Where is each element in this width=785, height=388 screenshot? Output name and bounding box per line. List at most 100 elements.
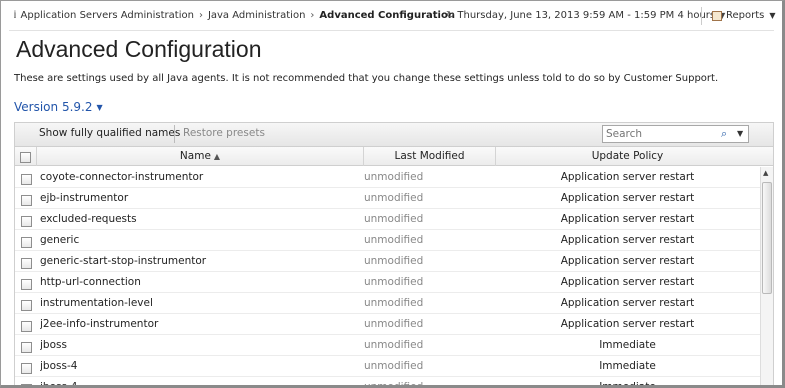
row-update-policy: Application server restart — [560, 276, 695, 288]
row-update-policy: Application server restart — [560, 192, 695, 204]
version-selector[interactable]: Version 5.9.2 ▼ — [14, 100, 103, 114]
breadcrumb-current: Advanced Configuration — [319, 10, 455, 21]
table-row[interactable]: jboss-4 unmodified Immediate — [15, 377, 760, 388]
row-last-modified: unmodified — [364, 255, 424, 267]
select-all-checkbox[interactable] — [20, 152, 31, 163]
row-update-policy: Application server restart — [560, 171, 695, 183]
chevron-down-icon: ▼ — [769, 11, 776, 20]
row-checkbox[interactable] — [20, 383, 32, 385]
table-row[interactable]: generic-start-stop-instrumentor unmodifi… — [15, 251, 760, 272]
scrollbar-thumb[interactable] — [762, 182, 772, 294]
row-last-modified: unmodified — [364, 213, 424, 225]
row-last-modified: unmodified — [364, 234, 424, 246]
row-checkbox[interactable] — [20, 362, 32, 374]
search-icon[interactable]: ⌕ — [721, 127, 727, 141]
table-body: coyote-connector-instrumentor unmodified… — [15, 167, 760, 388]
reports-label: Reports — [726, 10, 765, 21]
row-checkbox[interactable] — [20, 320, 32, 332]
vertical-scrollbar[interactable]: ▲ — [760, 167, 773, 385]
breadcrumb-separator-icon: › — [198, 10, 203, 21]
top-bar: 𝕚 Application Servers Administration › J… — [1, 1, 782, 31]
row-name: jboss-4 — [40, 360, 78, 372]
search-input[interactable] — [606, 128, 716, 140]
select-all-cell — [15, 147, 37, 166]
row-name: http-url-connection — [40, 276, 141, 288]
row-checkbox[interactable] — [20, 215, 32, 227]
row-name: excluded-requests — [40, 213, 137, 225]
table-row[interactable]: jboss unmodified Immediate — [15, 335, 760, 356]
row-name: jboss — [40, 339, 67, 351]
row-checkbox[interactable] — [20, 194, 32, 206]
table-row[interactable]: j2ee-info-instrumentor unmodified Applic… — [15, 314, 760, 335]
row-checkbox[interactable] — [20, 236, 32, 248]
row-update-policy: Application server restart — [560, 318, 695, 330]
row-last-modified: unmodified — [364, 276, 424, 288]
chevron-down-icon: ▼ — [96, 102, 103, 112]
scroll-up-arrow-icon[interactable]: ▲ — [763, 169, 768, 177]
row-last-modified: unmodified — [364, 381, 424, 388]
row-update-policy: Immediate — [599, 360, 656, 372]
sort-ascending-icon: ▲ — [213, 152, 221, 161]
restore-presets-button[interactable]: Restore presets — [183, 127, 265, 139]
column-header-name-label: Name — [179, 150, 211, 162]
row-checkbox[interactable] — [20, 173, 32, 185]
row-checkbox-cell — [15, 209, 37, 230]
row-checkbox-cell — [15, 356, 37, 377]
table-row[interactable]: ejb-instrumentor unmodified Application … — [15, 188, 760, 209]
row-checkbox-cell — [15, 335, 37, 356]
time-range-selector[interactable]: ↻ Thursday, June 13, 2013 9:59 AM - 1:59… — [446, 10, 725, 21]
table-row[interactable]: excluded-requests unmodified Application… — [15, 209, 760, 230]
table-row[interactable]: jboss-4 unmodified Immediate — [15, 356, 760, 377]
column-header-update-policy[interactable]: Update Policy — [496, 147, 759, 166]
breadcrumb-item-app-servers[interactable]: Application Servers Administration — [21, 10, 194, 21]
row-checkbox-cell — [15, 167, 37, 188]
toolbar-divider — [701, 7, 702, 25]
row-last-modified: unmodified — [364, 192, 424, 204]
table-row[interactable]: instrumentation-level unmodified Applica… — [15, 293, 760, 314]
row-checkbox[interactable] — [20, 299, 32, 311]
row-update-policy: Application server restart — [560, 213, 695, 225]
row-name: coyote-connector-instrumentor — [40, 171, 204, 183]
row-checkbox-cell — [15, 293, 37, 314]
breadcrumb: 𝕚 Application Servers Administration › J… — [13, 10, 455, 21]
table-toolbar: Show fully qualified names Restore prese… — [14, 122, 774, 146]
row-checkbox-cell — [15, 377, 37, 385]
row-last-modified: unmodified — [364, 297, 424, 309]
clock-icon: ↻ — [446, 10, 455, 21]
row-update-policy: Application server restart — [560, 255, 695, 267]
reports-icon — [712, 10, 722, 21]
row-checkbox[interactable] — [20, 278, 32, 290]
home-icon[interactable]: 𝕚 — [13, 10, 17, 21]
row-checkbox[interactable] — [20, 341, 32, 353]
row-name: j2ee-info-instrumentor — [40, 318, 159, 330]
row-checkbox[interactable] — [20, 257, 32, 269]
advanced-configuration-view: 𝕚 Application Servers Administration › J… — [0, 0, 785, 388]
row-checkbox-cell — [15, 272, 37, 293]
table-row[interactable]: generic unmodified Application server re… — [15, 230, 760, 251]
row-last-modified: unmodified — [364, 318, 424, 330]
row-last-modified: unmodified — [364, 171, 424, 183]
show-qualified-names-button[interactable]: Show fully qualified names — [39, 127, 180, 139]
row-update-policy: Application server restart — [560, 297, 695, 309]
page-description: These are settings used by all Java agen… — [14, 73, 719, 84]
reports-menu[interactable]: Reports ▼ — [712, 10, 776, 21]
row-update-policy: Immediate — [599, 339, 656, 351]
table-header: Name ▲ Last Modified Update Policy — [15, 147, 773, 166]
row-name: generic — [40, 234, 80, 246]
table-row[interactable]: coyote-connector-instrumentor unmodified… — [15, 167, 760, 188]
row-update-policy: Application server restart — [560, 234, 695, 246]
row-name: jboss-4 — [40, 381, 78, 388]
table-row[interactable]: http-url-connection unmodified Applicati… — [15, 272, 760, 293]
row-name: generic-start-stop-instrumentor — [40, 255, 207, 267]
column-header-last-modified[interactable]: Last Modified — [364, 147, 496, 166]
row-checkbox-cell — [15, 251, 37, 272]
page-title: Advanced Configuration — [16, 36, 262, 62]
row-update-policy: Immediate — [599, 381, 656, 388]
column-header-name[interactable]: Name ▲ — [37, 147, 364, 166]
configuration-table: Name ▲ Last Modified Update Policy coyote… — [14, 146, 774, 388]
row-last-modified: unmodified — [364, 339, 424, 351]
chevron-down-icon[interactable]: ▼ — [737, 129, 743, 138]
row-last-modified: unmodified — [364, 360, 424, 372]
breadcrumb-item-java-admin[interactable]: Java Administration — [208, 10, 305, 21]
header-divider — [9, 30, 774, 31]
